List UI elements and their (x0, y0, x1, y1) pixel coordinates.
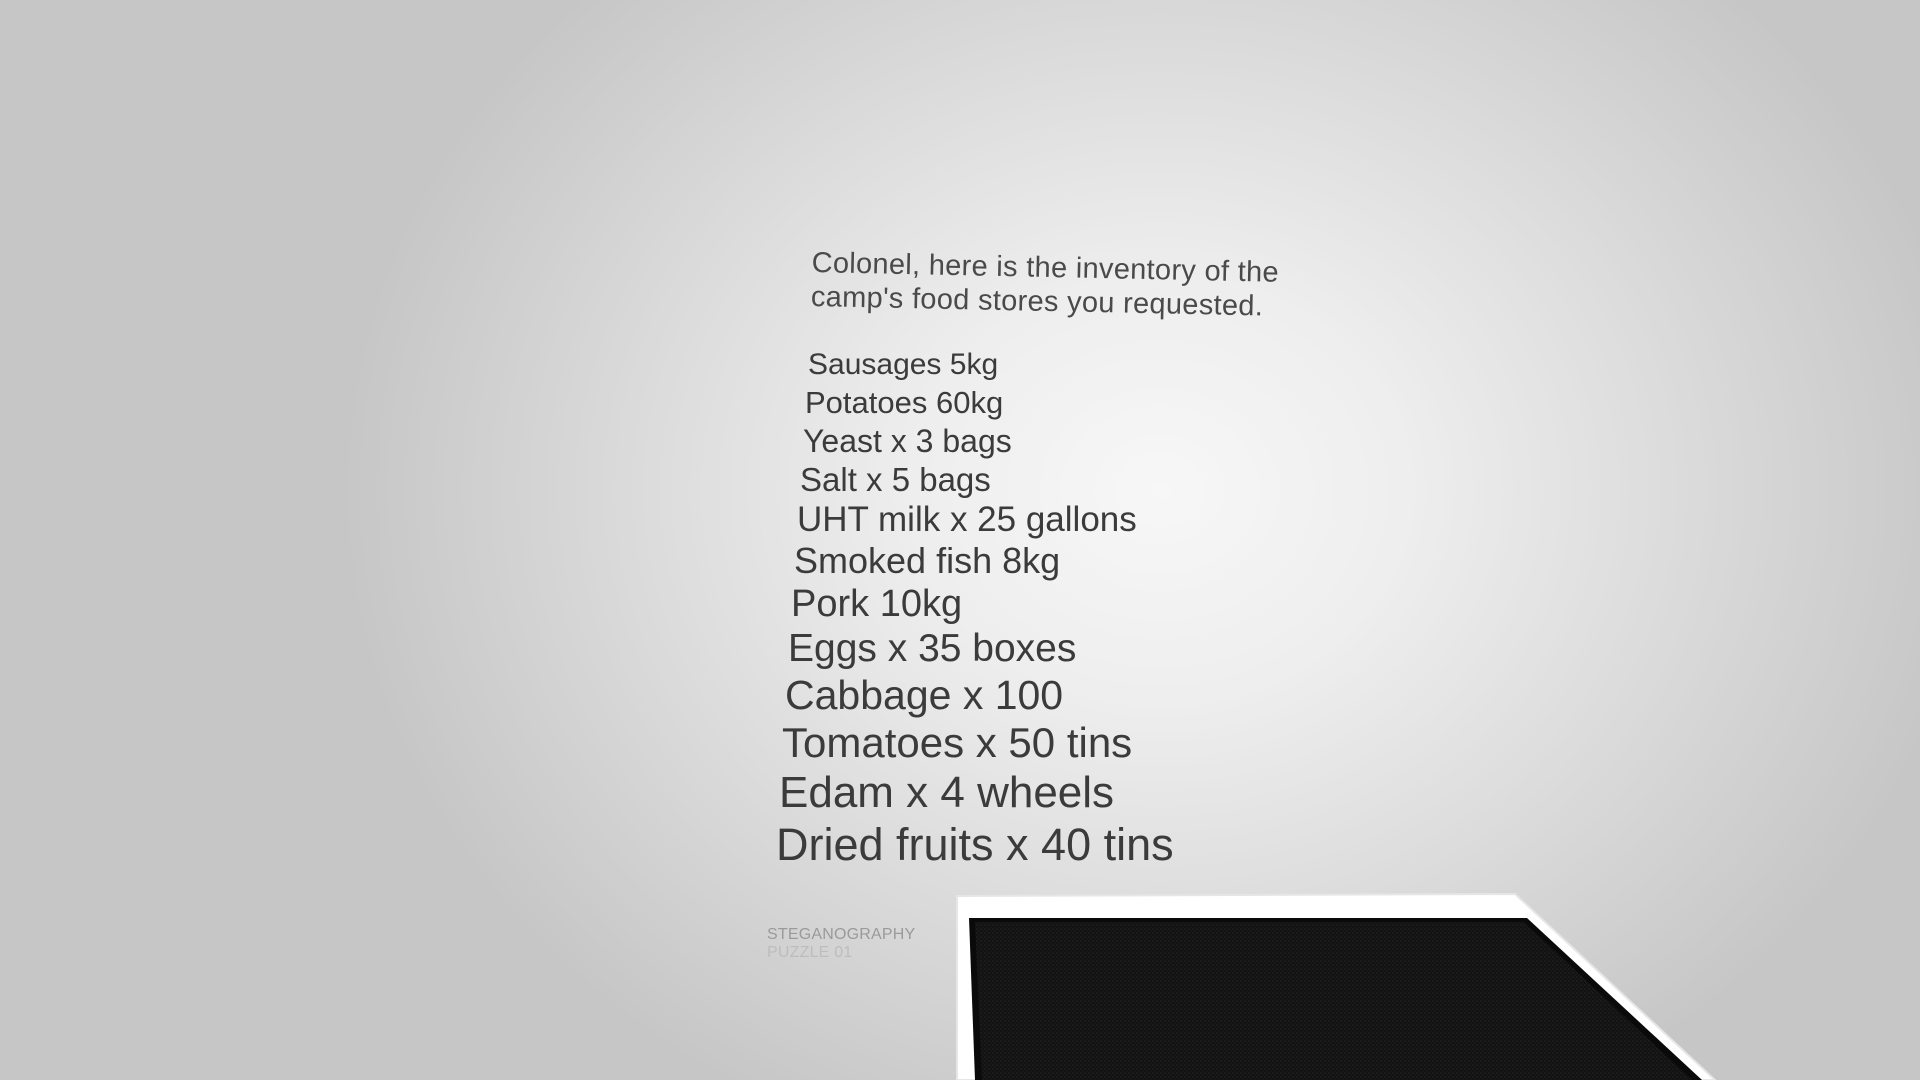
game-scene: Colonel, here is the inventory of the ca… (0, 0, 1920, 1080)
tablet-screen[interactable] (975, 922, 1692, 1080)
tablet-device[interactable] (0, 0, 1920, 1080)
